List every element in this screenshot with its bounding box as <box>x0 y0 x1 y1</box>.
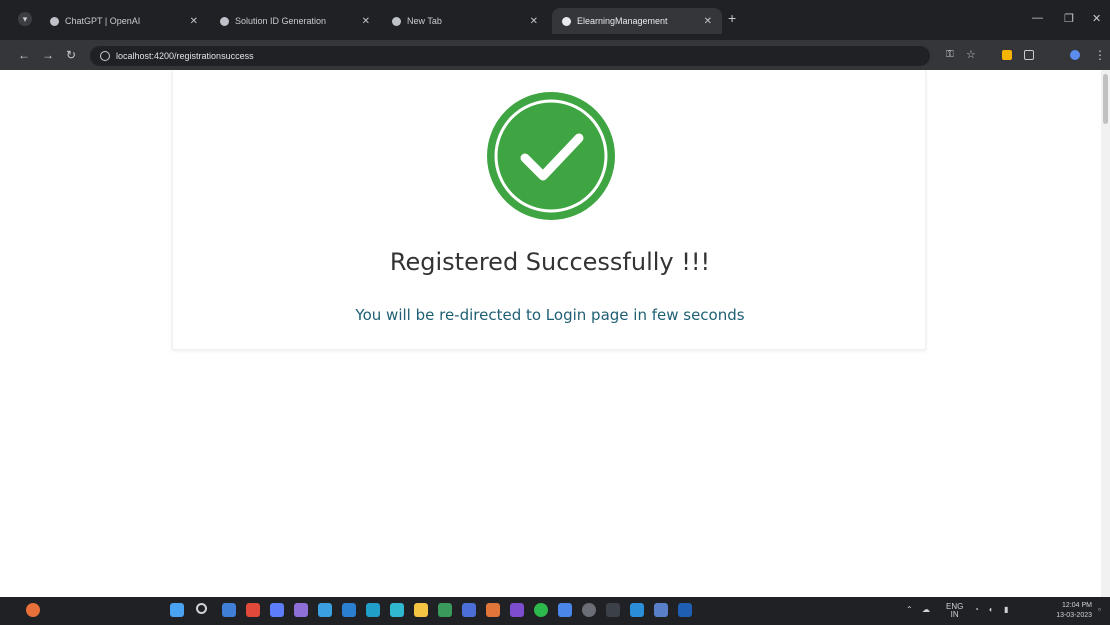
tab-title: Solution ID Generation <box>235 16 327 26</box>
onedrive-icon[interactable]: ☁ <box>922 605 930 614</box>
tab-title: ChatGPT | OpenAI <box>65 16 141 26</box>
taskbar: ⌃ ☁ ENG IN ◔ ◖ ▮ 12:04 PM 13-03-2023 ▫ <box>0 597 1110 625</box>
extension-icon[interactable] <box>1002 50 1012 60</box>
app-icon[interactable] <box>342 603 356 617</box>
settings-icon[interactable] <box>582 603 596 617</box>
edge-icon[interactable] <box>390 603 404 617</box>
close-icon[interactable]: ✕ <box>704 16 712 27</box>
redirect-message: You will be re-directed to Login page in… <box>355 306 745 324</box>
close-icon[interactable]: ✕ <box>530 16 538 27</box>
terminal-icon[interactable] <box>606 603 620 617</box>
visual-studio-icon[interactable] <box>510 603 524 617</box>
browser-chrome: ▾ ChatGPT | OpenAI ✕ Solution ID Generat… <box>0 0 1110 70</box>
forward-icon[interactable]: → <box>42 49 54 61</box>
battery-icon[interactable]: ▮ <box>1004 605 1008 614</box>
app-icon[interactable] <box>366 603 380 617</box>
search-icon[interactable] <box>196 603 207 614</box>
tab-chatgpt[interactable]: ChatGPT | OpenAI ✕ <box>40 8 208 34</box>
language-indicator[interactable]: ENG IN <box>946 603 963 619</box>
url-text: localhost:4200/registrationsuccess <box>116 51 254 61</box>
tab-search-button[interactable]: ▾ <box>18 12 32 26</box>
menu-icon[interactable]: ⋮ <box>1094 49 1106 61</box>
clock-date: 13-03-2023 <box>1056 612 1092 619</box>
tab-elearning[interactable]: ElearningManagement ✕ <box>552 8 722 34</box>
wifi-icon[interactable]: ◔ <box>974 605 979 614</box>
sidepanel-icon[interactable] <box>1024 50 1034 60</box>
widgets-icon[interactable] <box>26 603 40 617</box>
profile-avatar[interactable] <box>1070 50 1080 60</box>
back-icon[interactable]: ← <box>18 49 30 61</box>
reload-icon[interactable]: ↻ <box>66 49 76 61</box>
tab-title: ElearningManagement <box>577 16 668 26</box>
globe-icon <box>220 16 229 26</box>
tab-title: New Tab <box>407 16 442 26</box>
new-tab-button[interactable]: + <box>728 10 736 26</box>
tab-new-tab[interactable]: New Tab ✕ <box>382 8 548 34</box>
chrome-icon <box>392 16 401 26</box>
close-icon[interactable]: ✕ <box>190 16 198 27</box>
bookmark-star-icon[interactable]: ☆ <box>966 49 976 61</box>
site-info-icon[interactable] <box>100 51 110 61</box>
page-title: Registered Successfully !!! <box>389 248 711 276</box>
file-explorer-icon[interactable] <box>414 603 428 617</box>
close-window-icon[interactable]: ✕ <box>1092 12 1101 25</box>
app-icon[interactable] <box>558 603 572 617</box>
app-icon[interactable] <box>246 603 260 617</box>
tab-bar: ▾ ChatGPT | OpenAI ✕ Solution ID Generat… <box>0 0 1110 40</box>
page-viewport: Registered Successfully !!! You will be … <box>0 70 1110 597</box>
scrollbar[interactable] <box>1101 70 1110 597</box>
region-label: IN <box>950 610 959 619</box>
address-bar[interactable]: localhost:4200/registrationsuccess <box>90 46 930 66</box>
clock-time: 12:04 PM <box>1062 602 1092 609</box>
volume-icon[interactable]: ◖ <box>988 605 993 614</box>
app-icon[interactable] <box>486 603 500 617</box>
restore-icon[interactable]: ❐ <box>1064 12 1074 25</box>
minimize-icon[interactable]: — <box>1032 12 1043 24</box>
app-icon[interactable] <box>654 603 668 617</box>
address-toolbar: ← → ↻ localhost:4200/registrationsuccess… <box>0 40 1110 70</box>
scrollbar-thumb[interactable] <box>1103 74 1108 124</box>
chevron-up-icon[interactable]: ⌃ <box>906 605 913 614</box>
app-icon[interactable] <box>294 603 308 617</box>
password-key-icon[interactable]: ⚿ <box>946 49 954 61</box>
vscode-icon[interactable] <box>630 603 644 617</box>
close-icon[interactable]: ✕ <box>362 16 370 27</box>
notification-icon[interactable]: ▫ <box>1098 605 1101 614</box>
app-icon[interactable] <box>462 603 476 617</box>
app-icon[interactable] <box>222 603 236 617</box>
app-icon[interactable] <box>678 603 692 617</box>
clock[interactable]: 12:04 PM 13-03-2023 <box>1036 601 1092 621</box>
app-icon[interactable] <box>270 603 284 617</box>
tab-solution[interactable]: Solution ID Generation ✕ <box>210 8 380 34</box>
check-circle-icon <box>487 92 615 220</box>
start-icon[interactable] <box>170 603 184 617</box>
whatsapp-icon[interactable] <box>534 603 548 617</box>
app-icon[interactable] <box>438 603 452 617</box>
success-card: Registered Successfully !!! You will be … <box>172 70 926 350</box>
app-icon[interactable] <box>318 603 332 617</box>
openai-icon <box>50 16 59 26</box>
angular-icon <box>562 16 571 26</box>
